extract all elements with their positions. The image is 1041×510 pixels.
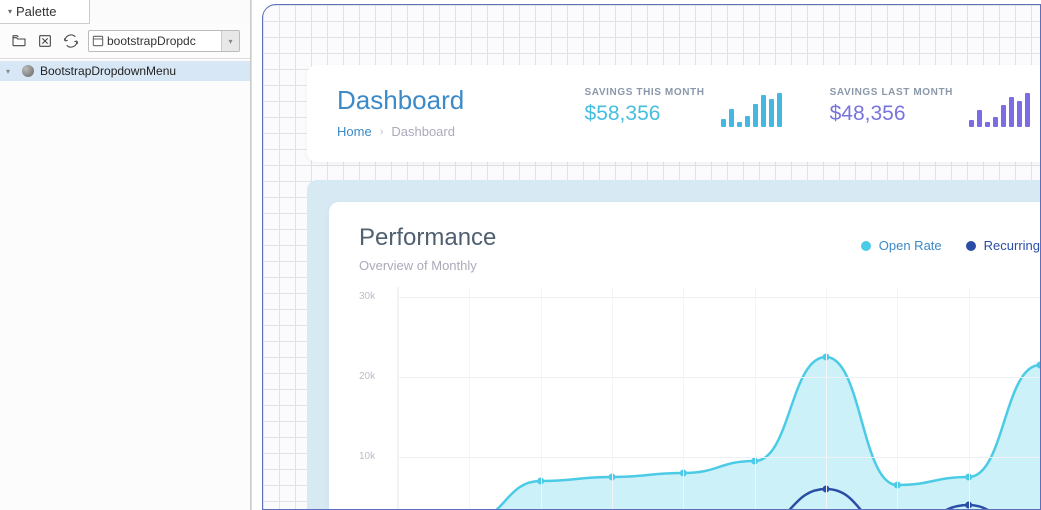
- palette-tab[interactable]: ▾ Palette: [0, 0, 90, 24]
- design-surface: Dashboard Home › Dashboard SAVINGS THIS …: [251, 0, 1041, 510]
- breadcrumb-home[interactable]: Home: [337, 124, 372, 139]
- legend-item-recurring[interactable]: Recurring: [966, 238, 1040, 253]
- stat-savings-this-month: SAVINGS THIS MONTH $58,356: [585, 87, 782, 126]
- legend-dot-icon: [861, 241, 871, 251]
- dashboard-header: Dashboard Home › Dashboard SAVINGS THIS …: [307, 65, 1041, 162]
- palette-panel: ▾ Palette: [0, 0, 251, 510]
- performance-card: Performance Overview of Monthly Open Rat…: [329, 202, 1041, 509]
- tree-item[interactable]: ▾ BootstrapDropdownMenu: [0, 61, 250, 81]
- component-node-icon: [22, 65, 34, 77]
- page-title: Dashboard: [337, 85, 464, 116]
- chevron-down-icon[interactable]: ▾: [221, 31, 239, 51]
- stat-value: $48,356: [830, 102, 953, 126]
- chart-y-axis: 30k20k10k: [359, 287, 395, 509]
- stat-label: SAVINGS LAST MONTH: [830, 87, 953, 98]
- palette-toolbar: bootstrapDropdc ▾: [0, 24, 250, 59]
- stat-value: $58,356: [585, 102, 705, 126]
- chart-legend: Open Rate Recurring: [861, 224, 1040, 253]
- delete-x-icon[interactable]: [36, 32, 54, 50]
- card-title: Performance: [359, 224, 496, 252]
- component-selector[interactable]: bootstrapDropdc ▾: [88, 30, 240, 52]
- expander-icon[interactable]: ▾: [6, 67, 16, 76]
- header-stats: SAVINGS THIS MONTH $58,356 SAVINGS LAST …: [585, 85, 1030, 126]
- stat-savings-last-month: SAVINGS LAST MONTH $48,356: [830, 87, 1030, 126]
- palette-tab-label: Palette: [16, 4, 56, 19]
- folder-open-icon[interactable]: [10, 32, 28, 50]
- breadcrumb-current: Dashboard: [391, 124, 455, 139]
- legend-label: Recurring: [984, 238, 1040, 253]
- content-panel: Performance Overview of Monthly Open Rat…: [307, 180, 1041, 509]
- legend-item-open-rate[interactable]: Open Rate: [861, 238, 942, 253]
- performance-chart: 30k20k10k: [359, 287, 1040, 509]
- component-icon: [89, 31, 107, 51]
- legend-dot-icon: [966, 241, 976, 251]
- sparkline-last-month: [969, 91, 1030, 127]
- page-title-block: Dashboard Home › Dashboard: [337, 85, 464, 139]
- chart-svg: [398, 287, 1040, 509]
- design-canvas[interactable]: Dashboard Home › Dashboard SAVINGS THIS …: [262, 4, 1041, 510]
- breadcrumb: Home › Dashboard: [337, 124, 464, 139]
- tree-item-label: BootstrapDropdownMenu: [40, 64, 176, 78]
- chevron-down-icon: ▾: [8, 7, 12, 16]
- chevron-right-icon: ›: [380, 126, 384, 138]
- dashboard-preview: Dashboard Home › Dashboard SAVINGS THIS …: [307, 65, 1040, 509]
- legend-label: Open Rate: [879, 238, 942, 253]
- card-subtitle: Overview of Monthly: [359, 258, 496, 273]
- stat-label: SAVINGS THIS MONTH: [585, 87, 705, 98]
- chart-plot: [397, 287, 1040, 509]
- component-tree: ▾ BootstrapDropdownMenu: [0, 59, 250, 510]
- sparkline-this-month: [721, 91, 782, 127]
- component-selector-text: bootstrapDropdc: [107, 34, 221, 48]
- refresh-icon[interactable]: [62, 32, 80, 50]
